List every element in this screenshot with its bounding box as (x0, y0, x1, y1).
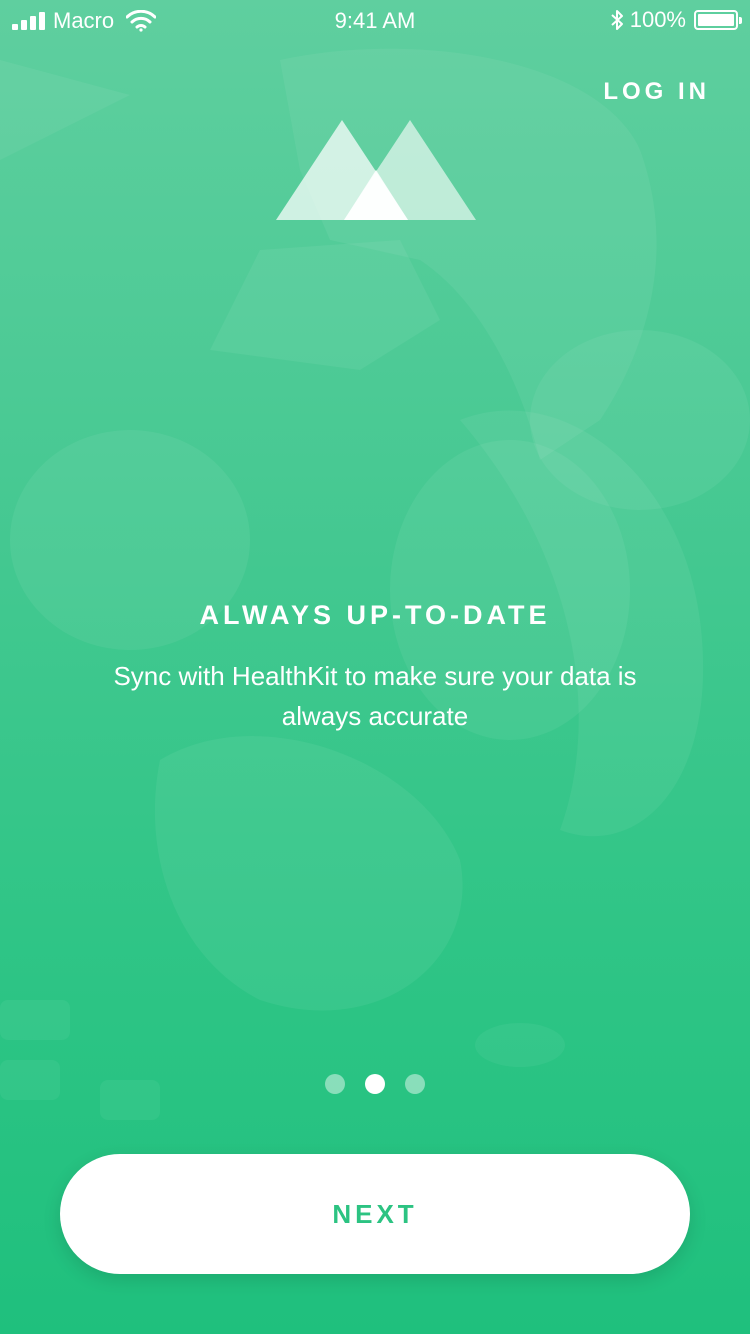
login-button[interactable]: LOG IN (603, 78, 710, 106)
page-dot-3[interactable] (405, 1074, 425, 1094)
onboarding-title: ALWAYS UP-TO-DATE (199, 600, 551, 630)
onboarding-description: Sync with HealthKit to make sure your da… (113, 661, 637, 731)
next-button[interactable]: NEXT (60, 1154, 690, 1274)
next-button-label: NEXT (332, 1198, 418, 1229)
page-dot-1[interactable] (325, 1074, 345, 1094)
page-indicator (0, 1074, 750, 1094)
page-dot-2-active[interactable] (365, 1074, 385, 1094)
battery-percent: 100% (629, 7, 686, 32)
onboarding-screen: Macro 9:41 AM 100% LOG IN ALWAYS UP-TO-D… (0, 0, 750, 1334)
status-right: 100% (610, 7, 742, 33)
bluetooth-icon (611, 10, 623, 30)
mountains-logo-icon (276, 120, 476, 220)
battery-icon (694, 10, 742, 30)
status-bar: Macro 9:41 AM 100% (0, 0, 750, 40)
